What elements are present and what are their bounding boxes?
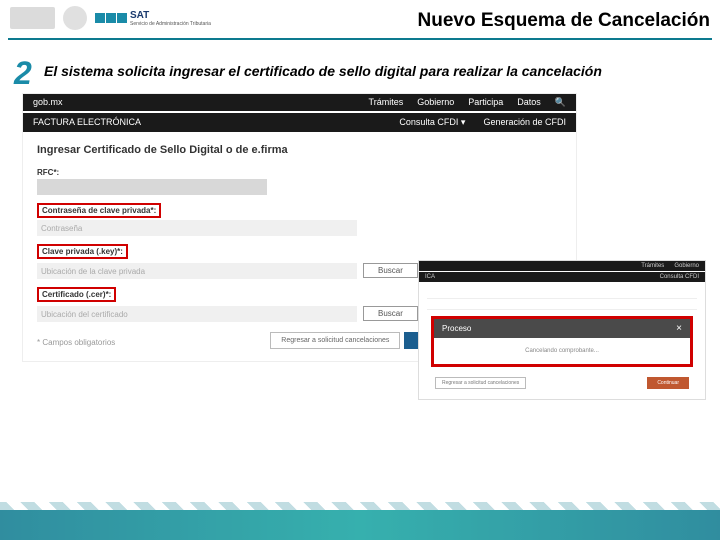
password-highlight: Contraseña de clave privada*: [37, 203, 161, 218]
key-highlight: Clave privada (.key)*: [37, 244, 128, 259]
key-input[interactable]: Ubicación de la clave privada [37, 263, 357, 279]
eagle-logo [63, 6, 87, 30]
rfc-label: RFC*: [37, 168, 562, 177]
header-logos: SAT Servicio de Administración Tributari… [10, 6, 211, 30]
close-icon[interactable]: × [676, 323, 682, 334]
ss2-bar-left: ICA [425, 274, 435, 280]
factura-bar: FACTURA ELECTRÓNICA Consulta CFDI ▾ Gene… [23, 113, 576, 132]
cert-browse-button[interactable]: Buscar [363, 306, 418, 321]
nav-tramites[interactable]: Trámites [369, 97, 404, 108]
form-heading: Ingresar Certificado de Sello Digital o … [37, 144, 562, 156]
nav-gobierno[interactable]: Gobierno [417, 97, 454, 108]
key-browse-button[interactable]: Buscar [363, 263, 418, 278]
slide-title: Nuevo Esquema de Cancelación [418, 10, 711, 32]
search-icon[interactable]: 🔍 [555, 97, 566, 108]
modal-highlight: Proceso × Cancelando comprobante... [431, 316, 693, 367]
cert-label: Certificado (.cer)*: [42, 290, 111, 299]
sat-logo: SAT Servicio de Administración Tributari… [95, 10, 211, 27]
ss2-nav-tramites[interactable]: Trámites [641, 263, 664, 269]
step-description: El sistema solicita ingresar el certific… [44, 63, 602, 79]
ss2-back-button[interactable]: Regresar a solicitud cancelaciones [435, 377, 526, 389]
ss2-bg-row [427, 299, 697, 310]
ss2-nav-gobierno[interactable]: Gobierno [674, 263, 699, 269]
footer-decoration [0, 510, 720, 540]
modal-title: Proceso [442, 324, 471, 333]
nav-consulta-cfdi[interactable]: Consulta CFDI ▾ [399, 117, 465, 128]
factura-title: FACTURA ELECTRÓNICA [33, 117, 141, 128]
nav-generacion-cfdi[interactable]: Generación de CFDI [483, 117, 566, 128]
nav-participa[interactable]: Participa [468, 97, 503, 108]
ss2-sub-bar: ICA Consulta CFDI [419, 272, 705, 282]
back-button[interactable]: Regresar a solicitud cancelaciones [270, 332, 400, 349]
sat-label: SAT [130, 10, 211, 21]
ss2-continue-button[interactable]: Continuar [647, 377, 689, 389]
title-underline [8, 38, 712, 40]
gob-nav-bar: gob.mx Trámites Gobierno Participa Datos… [23, 94, 576, 111]
nav-datos[interactable]: Datos [517, 97, 541, 108]
password-label: Contraseña de clave privada*: [42, 206, 156, 215]
modal-body: Cancelando comprobante... [434, 338, 690, 364]
ss2-top-nav: Trámites Gobierno [419, 261, 705, 271]
password-input[interactable]: Contraseña [37, 220, 357, 236]
cert-highlight: Certificado (.cer)*: [37, 287, 116, 302]
shcp-logo [10, 7, 55, 29]
sat-sublabel: Servicio de Administración Tributaria [130, 21, 211, 27]
process-modal-screenshot: Trámites Gobierno ICA Consulta CFDI Proc… [418, 260, 706, 400]
ss2-bar-right[interactable]: Consulta CFDI [660, 274, 699, 280]
cert-input[interactable]: Ubicación del certificado [37, 306, 357, 322]
gob-logo-text: gob.mx [33, 97, 63, 108]
required-fields-note: * Campos obligatorios [37, 338, 115, 347]
rfc-input[interactable] [37, 179, 267, 195]
key-label: Clave privada (.key)*: [42, 247, 123, 256]
ss2-bg-row [427, 288, 697, 299]
modal-header: Proceso × [434, 319, 690, 338]
step-number: 2 [14, 55, 32, 92]
